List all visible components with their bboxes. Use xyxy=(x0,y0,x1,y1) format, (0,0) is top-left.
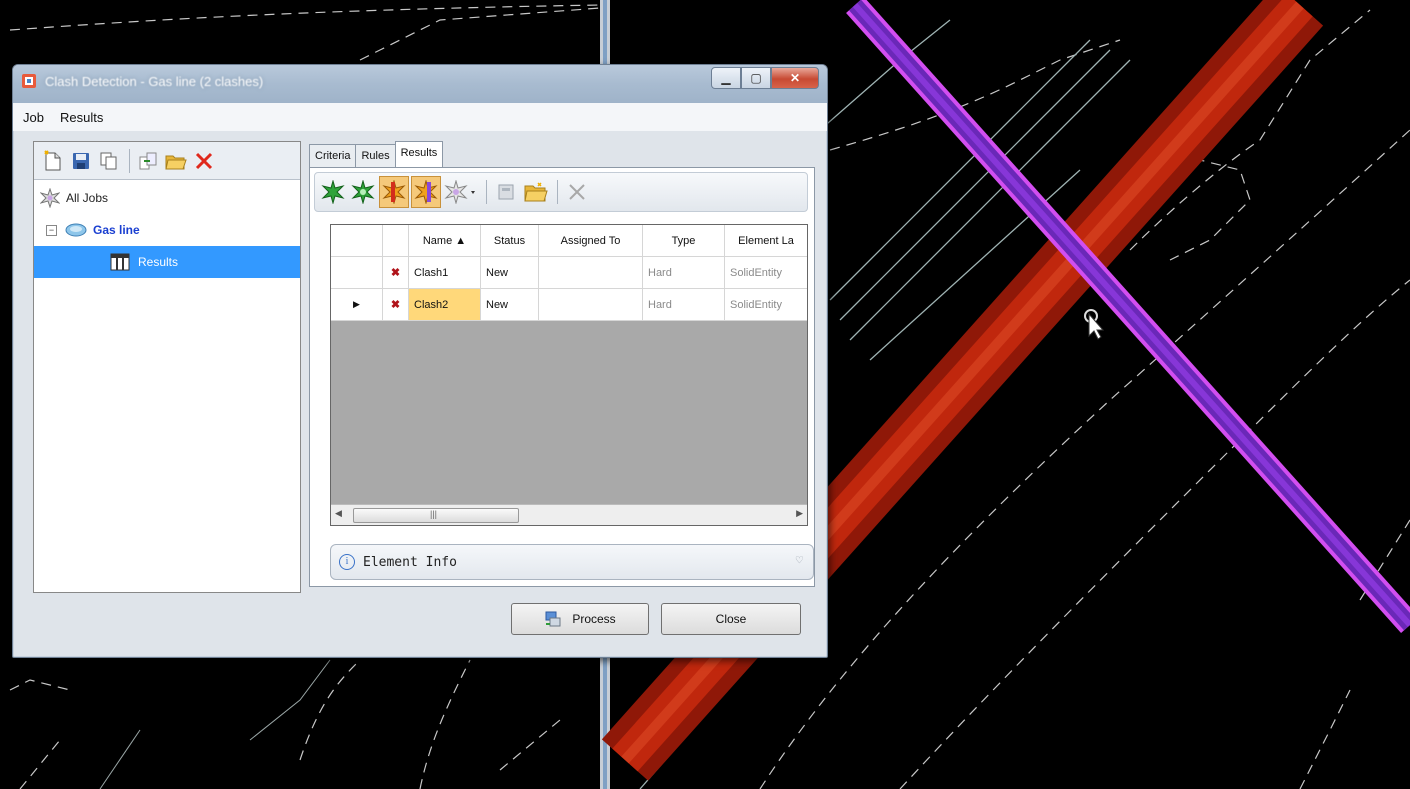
row-selector[interactable] xyxy=(331,257,383,289)
column-header-element[interactable]: Element La xyxy=(725,225,807,257)
scroll-thumb[interactable]: ||| xyxy=(353,508,519,523)
process-icon xyxy=(544,610,562,628)
highlight-element-icon[interactable] xyxy=(411,176,441,208)
new-job-icon[interactable] xyxy=(40,148,66,174)
process-label: Process xyxy=(572,612,616,626)
column-header-type[interactable]: Type xyxy=(643,225,725,257)
tree-item-label: Results xyxy=(138,255,179,269)
minimize-button[interactable]: ▁ xyxy=(711,67,741,89)
show-clash-icon[interactable] xyxy=(319,177,347,207)
properties-icon[interactable] xyxy=(492,177,520,207)
tree-item-all-jobs[interactable]: All Jobs xyxy=(34,182,300,214)
close-button[interactable]: Close xyxy=(661,603,801,635)
import-icon[interactable] xyxy=(135,148,161,174)
table-row[interactable]: ▶ ✖ Clash2 New Hard SolidEntity xyxy=(331,289,807,321)
jobs-panel: All Jobs − Gas line Results xyxy=(33,141,301,593)
cell-element[interactable]: SolidEntity xyxy=(725,289,807,321)
open-folder-icon[interactable] xyxy=(163,148,189,174)
tab-criteria[interactable]: Criteria xyxy=(309,144,357,167)
element-info-panel[interactable]: i Element Info ♡ xyxy=(330,544,814,580)
tree-item-gas-line[interactable]: − Gas line xyxy=(34,214,300,246)
tab-strip: Criteria Rules Results xyxy=(309,137,444,168)
cell-name[interactable]: Clash2 xyxy=(409,289,481,321)
cell-status[interactable]: New xyxy=(481,289,539,321)
tree-item-results[interactable]: Results xyxy=(34,246,300,278)
tree-item-label: All Jobs xyxy=(66,191,109,205)
tab-results[interactable]: Results xyxy=(394,141,444,168)
delete-icon[interactable] xyxy=(191,148,217,174)
app-icon xyxy=(21,73,37,89)
close-icon: ✕ xyxy=(789,71,801,85)
expand-chevron-icon[interactable]: ♡ xyxy=(796,553,803,567)
menu-bar: Job Results xyxy=(13,103,827,131)
column-header-status[interactable]: Status xyxy=(481,225,539,257)
delete-icon[interactable] xyxy=(563,177,591,207)
cell-element[interactable]: SolidEntity xyxy=(725,257,807,289)
process-button[interactable]: Process xyxy=(511,603,649,635)
current-row-indicator-icon[interactable]: ▶ xyxy=(331,289,383,321)
grid-header: Name ▲ Status Assigned To Type Element L… xyxy=(331,225,807,257)
collapse-icon[interactable]: − xyxy=(46,224,57,236)
element-info-label: Element Info xyxy=(363,554,457,570)
details-area: Criteria Rules Results Name ▲ Status Ass… xyxy=(309,137,815,587)
cell-type[interactable]: Hard xyxy=(643,289,725,321)
save-icon[interactable] xyxy=(68,148,94,174)
menu-job[interactable]: Job xyxy=(23,110,44,125)
results-grid: Name ▲ Status Assigned To Type Element L… xyxy=(330,224,808,526)
minimize-icon: ▁ xyxy=(721,71,731,85)
cell-assigned-to[interactable] xyxy=(539,289,643,321)
close-window-button[interactable]: ✕ xyxy=(771,67,819,89)
copy-icon[interactable] xyxy=(96,148,122,174)
info-icon: i xyxy=(339,554,355,570)
scroll-right-icon[interactable]: ▶ xyxy=(796,508,803,519)
clash-options-dropdown-icon[interactable] xyxy=(443,177,479,207)
jobs-toolbar xyxy=(34,142,300,180)
all-jobs-icon xyxy=(40,188,60,208)
column-header-assigned-to[interactable]: Assigned To xyxy=(539,225,643,257)
tree-item-label: Gas line xyxy=(93,223,140,237)
highlight-clash-icon[interactable] xyxy=(379,176,409,208)
results-table-icon xyxy=(110,253,130,271)
row-header-corner xyxy=(331,225,383,257)
clash-detection-dialog: Clash Detection - Gas line (2 clashes) ▁… xyxy=(12,64,828,658)
close-label: Close xyxy=(715,612,747,626)
results-tab-panel: Name ▲ Status Assigned To Type Element L… xyxy=(309,167,815,587)
scroll-left-icon[interactable]: ◀ xyxy=(335,508,342,519)
show-all-clashes-icon[interactable] xyxy=(349,177,377,207)
maximize-button[interactable]: ▢ xyxy=(741,67,771,89)
tab-rules[interactable]: Rules xyxy=(355,144,396,167)
window-title: Clash Detection - Gas line (2 clashes) xyxy=(45,74,264,89)
column-header-name[interactable]: Name ▲ xyxy=(409,225,481,257)
icon-column-header xyxy=(383,225,409,257)
results-toolbar xyxy=(314,172,808,212)
cell-status[interactable]: New xyxy=(481,257,539,289)
cell-assigned-to[interactable] xyxy=(539,257,643,289)
clash-status-icon: ✖ xyxy=(383,257,409,289)
cell-name[interactable]: Clash1 xyxy=(409,257,481,289)
clash-status-icon: ✖ xyxy=(383,289,409,321)
jobs-tree: All Jobs − Gas line Results xyxy=(34,182,300,278)
title-bar[interactable]: Clash Detection - Gas line (2 clashes) ▁… xyxy=(13,65,827,103)
job-icon xyxy=(65,222,87,238)
open-folder-icon[interactable] xyxy=(522,177,550,207)
maximize-icon: ▢ xyxy=(750,71,762,85)
horizontal-scrollbar[interactable]: ◀ ||| ▶ xyxy=(331,504,807,525)
table-row[interactable]: ✖ Clash1 New Hard SolidEntity xyxy=(331,257,807,289)
cell-type[interactable]: Hard xyxy=(643,257,725,289)
menu-results[interactable]: Results xyxy=(60,110,103,125)
